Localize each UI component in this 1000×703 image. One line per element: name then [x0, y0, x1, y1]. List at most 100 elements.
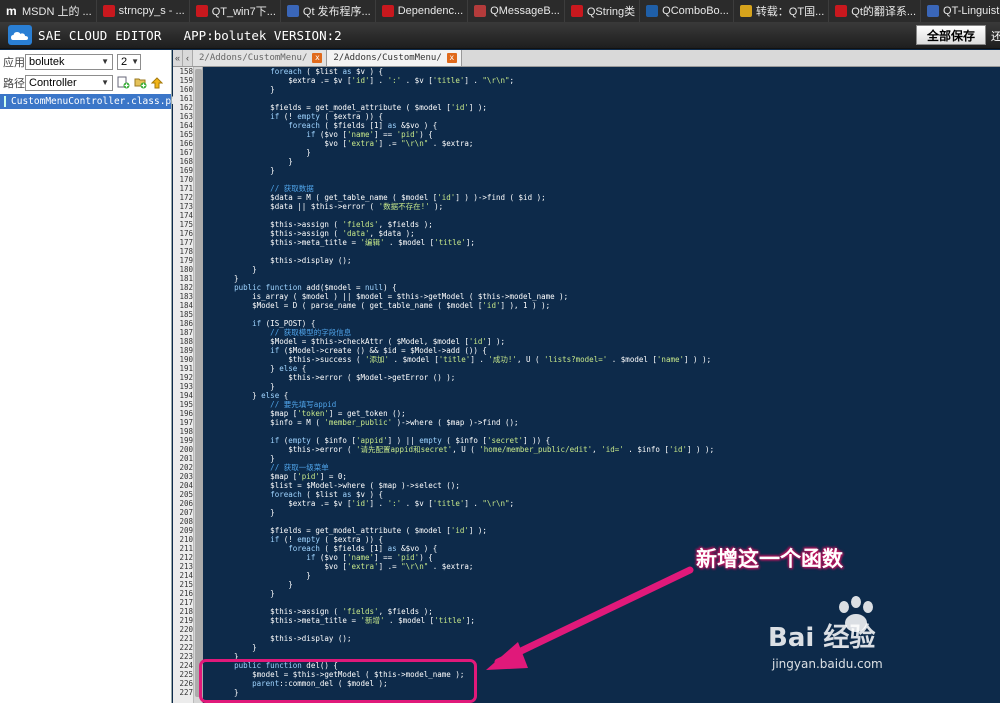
code-line[interactable]: $this->assign ( 'fields', $fields ); [216, 220, 433, 229]
code-line[interactable]: if ($vo ['name'] == 'pid') { [216, 130, 432, 139]
close-icon[interactable]: x [446, 53, 457, 63]
code-line[interactable]: $extra .= $v ['id'] . ':' . $v ['title']… [216, 76, 514, 85]
code-line[interactable]: } else { [216, 391, 288, 400]
file-tree-item[interactable]: CustomMenuController.class.php [0, 94, 183, 109]
editor-scrollbar[interactable] [194, 67, 203, 703]
code-line[interactable]: // 获取一级菜单 [216, 463, 329, 472]
bookmark-item[interactable]: QMessageB... [468, 0, 565, 22]
bookmark-item[interactable]: Qt 发布程序... [281, 0, 376, 22]
code-line[interactable]: $list = $Model->where ( $map )->select (… [216, 481, 460, 490]
watermark-brand: Bai 经验 [768, 623, 876, 653]
code-line[interactable]: $this->error ( $Model->getError () ); [216, 373, 455, 382]
code-line[interactable]: $map ['token'] = get_token (); [216, 409, 405, 418]
code-line[interactable]: } [216, 265, 257, 274]
code-line[interactable]: $this->error ( '请先配置appid和secret', U ( '… [216, 445, 714, 454]
code-line[interactable]: $this->meta_title = '新增' . $model ['titl… [216, 616, 475, 625]
line-number: 216 [179, 589, 193, 598]
code-line[interactable]: $this->meta_title = '编辑' . $model ['titl… [216, 238, 475, 247]
tab-scroll-prev-button[interactable]: ‹ [183, 50, 193, 66]
upload-icon[interactable] [150, 76, 164, 90]
version-select[interactable]: 2 ▼ [117, 53, 141, 70]
bookmark-item[interactable]: QComboBo... [640, 0, 734, 22]
bookmark-item[interactable]: Dependenc... [376, 0, 469, 22]
code-line[interactable]: if (! empty ( $extra )) { [216, 535, 383, 544]
code-line[interactable]: foreach ( $list as $v ) { [216, 67, 383, 76]
bookmark-item[interactable]: QT_win7下... [190, 0, 281, 22]
app-select-value: bolutek [29, 55, 65, 68]
line-number: 199 [179, 436, 193, 445]
new-folder-icon[interactable] [133, 76, 147, 90]
code-line[interactable]: $fields = get_model_attribute ( $model [… [216, 526, 487, 535]
line-number: 209 [179, 526, 193, 535]
line-number: 177 [179, 238, 193, 247]
code-line[interactable]: public function add($model = null) { [216, 283, 397, 292]
code-line[interactable]: $data || $this->error ( '数据不存在!' ); [216, 202, 443, 211]
bookmark-item[interactable]: 转载：QT国... [734, 0, 830, 22]
code-line[interactable]: } [216, 580, 293, 589]
new-file-icon[interactable] [116, 76, 130, 90]
code-line[interactable]: } [216, 508, 275, 517]
more-button[interactable]: 还 [991, 28, 1000, 44]
code-line[interactable]: } [216, 454, 275, 463]
code-line[interactable]: } [216, 166, 275, 175]
bookmark-item[interactable]: Qt的翻译系... [829, 0, 922, 22]
code-line[interactable]: foreach ( $fields [1] as &$vo ) { [216, 121, 437, 130]
code-line[interactable]: $data = M ( get_table_name ( $model ['id… [216, 193, 545, 202]
code-line[interactable]: } [216, 382, 275, 391]
php-file-icon [4, 96, 6, 107]
code-line[interactable]: $extra .= $v ['id'] . ':' . $v ['title']… [216, 499, 514, 508]
line-number: 161 [179, 94, 193, 103]
code-line[interactable]: $this->display (); [216, 256, 351, 265]
bookmark-item[interactable]: QT-Linguist... [921, 0, 1000, 22]
tab-custommenu-1[interactable]: 2/Addons/CustomMenu/ x [193, 50, 328, 66]
code-line[interactable]: $this->assign ( 'fields', $fields ); [216, 607, 433, 616]
code-line[interactable]: $vo ['extra'] .= "\r\n" . $extra; [216, 562, 473, 571]
code-line[interactable]: if ($Model->create () && $id = $Model->a… [216, 346, 487, 355]
bookmark-item[interactable]: QString类 [565, 0, 641, 22]
line-number: 208 [179, 517, 193, 526]
line-number: 205 [179, 490, 193, 499]
code-line[interactable]: } [216, 148, 311, 157]
scrollbar-thumb[interactable] [195, 69, 202, 697]
code-line[interactable]: } [216, 643, 257, 652]
code-line[interactable]: $fields = get_model_attribute ( $model [… [216, 103, 487, 112]
code-line[interactable]: if (empty ( $info ['appid'] ) || empty (… [216, 436, 550, 445]
path-select[interactable]: Controller ▼ [25, 74, 113, 91]
code-line[interactable]: $vo ['extra'] .= "\r\n" . $extra; [216, 139, 473, 148]
code-line[interactable]: foreach ( $fields [1] as &$vo ) { [216, 544, 437, 553]
watermark-url: jingyan.baidu.com [772, 657, 883, 671]
tab-scroll-first-button[interactable]: « [173, 50, 183, 66]
save-all-button[interactable]: 全部保存 [916, 25, 986, 45]
code-line[interactable]: $Model = D ( parse_name ( get_table_name… [216, 301, 550, 310]
code-line[interactable]: is_array ( $model ) || $model = $this->g… [216, 292, 568, 301]
bookmark-item[interactable]: m MSDN 上的 ... [0, 0, 97, 22]
code-line[interactable]: // 要先填写appid [216, 400, 336, 409]
bookmark-item[interactable]: strncpy_s - ... [97, 0, 190, 22]
code-line[interactable]: $this->success ( '添加' . $model ['title']… [216, 355, 711, 364]
code-line[interactable]: } else { [216, 364, 306, 373]
code-line[interactable]: $map ['pid'] = 0; [216, 472, 347, 481]
code-line[interactable]: $this->assign ( 'data', $data ); [216, 229, 415, 238]
code-line[interactable]: // 获取数据 [216, 184, 314, 193]
code-line[interactable]: } [216, 274, 239, 283]
code-line[interactable]: foreach ( $list as $v ) { [216, 490, 383, 499]
tab-label: 2/Addons/CustomMenu/ [199, 53, 308, 63]
line-number: 212 [179, 553, 193, 562]
code-line[interactable]: } [216, 157, 293, 166]
code-line[interactable]: } [216, 571, 311, 580]
line-number: 197 [179, 418, 193, 427]
line-number: 170 [179, 175, 193, 184]
code-line[interactable]: if (! empty ( $extra )) { [216, 112, 383, 121]
code-line[interactable]: // 获取模型的字段信息 [216, 328, 351, 337]
code-line[interactable]: $info = M ( 'member_public' )->where ( $… [216, 418, 518, 427]
code-line[interactable]: $Model = $this->checkAttr ( $Model, $mod… [216, 337, 505, 346]
code-line[interactable]: if (IS_POST) { [216, 319, 315, 328]
code-line[interactable]: if ($vo ['name'] == 'pid') { [216, 553, 432, 562]
tab-custommenu-2[interactable]: 2/Addons/CustomMenu/ x [327, 50, 462, 66]
code-line[interactable]: $this->display (); [216, 634, 351, 643]
app-select[interactable]: bolutek ▼ [25, 53, 113, 70]
code-line[interactable]: } [216, 85, 275, 94]
code-line[interactable]: } [216, 589, 275, 598]
line-number: 181 [179, 274, 193, 283]
close-icon[interactable]: x [312, 53, 323, 63]
